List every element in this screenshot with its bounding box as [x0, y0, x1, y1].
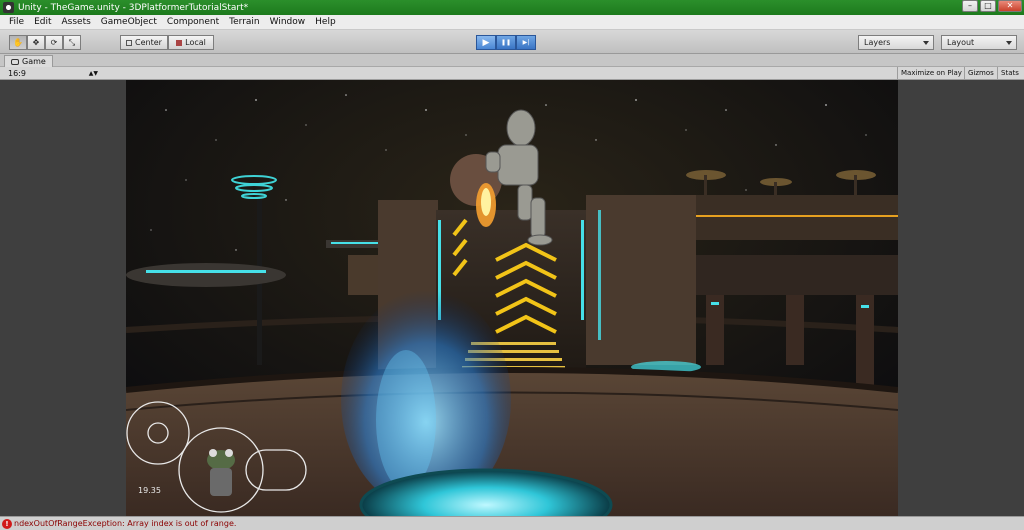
left-disc-light	[146, 270, 266, 273]
pause-icon: ❚❚	[500, 39, 512, 46]
local-icon	[176, 39, 183, 46]
left-mid-light	[331, 242, 381, 244]
frog-avatar-icon	[207, 449, 235, 496]
title-bar: Unity - TheGame.unity - 3DPlatformerTuto…	[0, 0, 1024, 15]
scale-tool-button[interactable]: ⤡	[63, 35, 81, 50]
game-timer: 19.35	[138, 486, 161, 495]
unity-logo-icon	[3, 2, 14, 13]
menu-edit[interactable]: Edit	[29, 17, 56, 27]
window-controls: – □ ✕	[962, 0, 1022, 12]
play-controls: ▶ ❚❚ ▶|	[476, 35, 536, 50]
game-controller-icon	[11, 58, 19, 65]
menu-window[interactable]: Window	[265, 17, 311, 27]
pivot-center-button[interactable]: Center	[120, 35, 168, 50]
step-icon: ▶|	[522, 39, 530, 46]
play-icon: ▶	[482, 37, 490, 48]
tab-game[interactable]: Game	[4, 55, 53, 67]
layers-label: Layers	[864, 38, 891, 47]
pivot-center-label: Center	[135, 38, 162, 47]
minimize-button[interactable]: –	[962, 0, 978, 12]
center-icon	[126, 39, 133, 46]
game-panel-header: Game	[0, 54, 1024, 67]
menu-terrain[interactable]: Terrain	[224, 17, 264, 27]
move-icon: ✥	[32, 38, 40, 47]
pivot-tools: Center Local	[120, 35, 214, 50]
rotate-tool-button[interactable]: ⟳	[45, 35, 63, 50]
updown-arrows-icon: ▲▼	[88, 70, 98, 77]
menu-bar: File Edit Assets GameObject Component Te…	[0, 15, 1024, 30]
chevron-down-icon	[1006, 41, 1012, 45]
layout-label: Layout	[947, 38, 975, 47]
game-scene	[126, 80, 898, 516]
aspect-ratio-value: 16:9	[8, 69, 26, 78]
maximize-on-play-toggle[interactable]: Maximize on Play	[897, 67, 965, 80]
layout-dropdown[interactable]: Layout	[941, 35, 1017, 50]
game-panel-toolbar: 16:9 ▲▼ Maximize on Play Gizmos Stats	[0, 67, 1024, 80]
menu-assets[interactable]: Assets	[57, 17, 96, 27]
scale-icon: ⤡	[68, 37, 76, 47]
left-disc-platform	[126, 263, 286, 287]
stats-toggle[interactable]: Stats	[997, 67, 1022, 80]
move-tool-button[interactable]: ✥	[27, 35, 45, 50]
menu-gameobject[interactable]: GameObject	[96, 17, 162, 27]
layers-dropdown[interactable]: Layers	[858, 35, 934, 50]
gizmos-toggle[interactable]: Gizmos	[964, 67, 997, 80]
aspect-ratio-select[interactable]: 16:9 ▲▼	[4, 68, 100, 79]
transform-tools: ✋ ✥ ⟳ ⤡	[9, 35, 81, 50]
error-icon: !	[2, 518, 12, 529]
hand-icon: ✋	[13, 38, 23, 47]
maximize-button[interactable]: □	[980, 0, 996, 12]
play-button[interactable]: ▶	[476, 35, 496, 50]
close-button[interactable]: ✕	[998, 0, 1022, 12]
console-error-message[interactable]: ndexOutOfRangeException: Array index is …	[14, 519, 236, 528]
step-button[interactable]: ▶|	[516, 35, 536, 50]
pivot-local-label: Local	[185, 38, 206, 47]
tab-game-label: Game	[22, 57, 46, 66]
window-title: Unity - TheGame.unity - 3DPlatformerTuto…	[18, 2, 249, 13]
main-toolbar: ✋ ✥ ⟳ ⤡ Center Local ▶ ❚❚ ▶| Layers Layo…	[0, 30, 1024, 54]
game-viewport[interactable]: 19.35	[126, 80, 898, 516]
right-city	[686, 170, 898, 385]
menu-component[interactable]: Component	[162, 17, 224, 27]
pivot-local-button[interactable]: Local	[168, 35, 214, 50]
chevron-down-icon	[923, 41, 929, 45]
pause-button[interactable]: ❚❚	[496, 35, 516, 50]
rotate-icon: ⟳	[50, 38, 58, 47]
hand-tool-button[interactable]: ✋	[9, 35, 27, 50]
status-bar[interactable]: ! ndexOutOfRangeException: Array index i…	[0, 516, 1024, 530]
menu-help[interactable]: Help	[310, 17, 341, 27]
menu-file[interactable]: File	[4, 17, 29, 27]
